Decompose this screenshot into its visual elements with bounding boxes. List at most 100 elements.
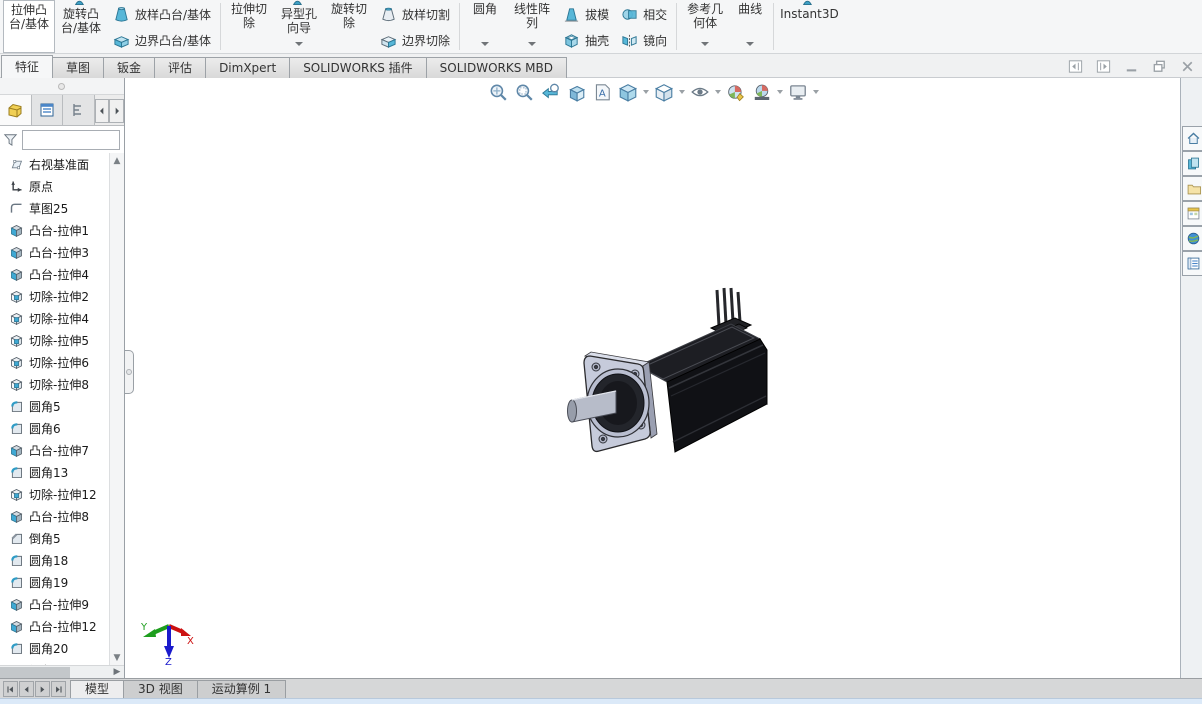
- tree-item-凸台-拉伸4[interactable]: 凸台-拉伸4: [0, 263, 109, 285]
- last-tab-button[interactable]: [51, 681, 66, 697]
- tree-vertical-scrollbar[interactable]: ▲ ▼: [109, 153, 124, 665]
- tree-item-凸台-拉伸12[interactable]: 凸台-拉伸12: [0, 615, 109, 637]
- graphics-area[interactable]: A Y X Z: [125, 78, 1180, 678]
- property-manager-tab[interactable]: [31, 95, 64, 125]
- first-tab-button[interactable]: [3, 681, 18, 697]
- fillet-dropdown-icon[interactable]: [481, 42, 490, 46]
- tree-item-草图25[interactable]: 草图25: [0, 197, 109, 219]
- hide-show-items-button-dropdown[interactable]: [713, 80, 723, 104]
- tree-item-圆角19[interactable]: 圆角19: [0, 571, 109, 593]
- file-explorer-tab[interactable]: [1182, 176, 1202, 201]
- view-palette-tab[interactable]: [1182, 201, 1202, 226]
- apply-scene-button-dropdown[interactable]: [775, 80, 785, 104]
- pane-next-button[interactable]: [1094, 57, 1112, 75]
- stepper-motor-model[interactable]: [563, 276, 775, 472]
- panel-tabs-scroll-left-button[interactable]: [94, 99, 110, 123]
- tree-item-凸台-拉伸8[interactable]: 凸台-拉伸8: [0, 505, 109, 527]
- tree-item-切除-拉伸2[interactable]: 切除-拉伸2: [0, 285, 109, 307]
- scrollbar-thumb[interactable]: [0, 667, 70, 678]
- tree-item-原点[interactable]: 原点: [0, 175, 109, 197]
- panel-tabs-scroll-right-button[interactable]: [109, 99, 124, 123]
- tab-草图[interactable]: 草图: [52, 57, 105, 78]
- design-library-tab[interactable]: [1182, 151, 1202, 176]
- revolved-cut-button[interactable]: 旋转切 除: [324, 0, 374, 53]
- tree-horizontal-scrollbar[interactable]: ▶: [0, 665, 124, 678]
- previous-tab-button[interactable]: [19, 681, 34, 697]
- tree-item-切除-拉伸8[interactable]: 切除-拉伸8: [0, 373, 109, 395]
- tree-item-切除-拉伸4[interactable]: 切除-拉伸4: [0, 307, 109, 329]
- display-style-button-dropdown[interactable]: [677, 80, 687, 104]
- scroll-right-icon[interactable]: ▶: [110, 666, 124, 678]
- hide-show-items-button[interactable]: [687, 80, 713, 104]
- edit-appearance-button[interactable]: [723, 80, 749, 104]
- shell-button[interactable]: 抽壳: [557, 27, 615, 53]
- next-tab-button[interactable]: [35, 681, 50, 697]
- tree-item-切除-拉伸12[interactable]: 切除-拉伸12: [0, 483, 109, 505]
- tree-item-圆角6[interactable]: 圆角6: [0, 417, 109, 439]
- reference-geometry-dropdown-icon[interactable]: [701, 42, 710, 46]
- tree-item-切除-拉伸5[interactable]: 切除-拉伸5: [0, 329, 109, 351]
- tab-SOLIDWORKS 插件[interactable]: SOLIDWORKS 插件: [289, 57, 427, 78]
- boundary-cut-button[interactable]: 边界切除: [374, 27, 456, 53]
- extruded-cut-button[interactable]: 拉伸切 除: [224, 0, 274, 53]
- tree-item-凸台-拉伸1[interactable]: 凸台-拉伸1: [0, 219, 109, 241]
- fillet-button[interactable]: 圆角: [463, 0, 507, 53]
- annotation-views-button[interactable]: A: [589, 80, 615, 104]
- intersect-button[interactable]: 相交: [615, 1, 673, 27]
- linear-pattern-dropdown-icon[interactable]: [528, 42, 537, 46]
- hole-wizard-button[interactable]: 异型孔 向导: [274, 0, 324, 53]
- linear-pattern-button[interactable]: 线性阵 列: [507, 0, 557, 53]
- draft-button[interactable]: 拔模: [557, 1, 615, 27]
- featuremanager-design-tree-tab[interactable]: [0, 95, 32, 125]
- tab-评估[interactable]: 评估: [154, 57, 207, 78]
- reference-geometry-button[interactable]: 参考几 何体: [680, 0, 730, 53]
- tree-item-右视基准面[interactable]: 右视基准面: [0, 153, 109, 175]
- instant3d-button[interactable]: Instant3D: [777, 0, 842, 53]
- restore-button[interactable]: [1150, 57, 1168, 75]
- hole-wizard-dropdown-icon[interactable]: [295, 42, 304, 46]
- boundary-boss-base-button[interactable]: 边界凸台/基体: [107, 27, 217, 53]
- tab-钣金[interactable]: 钣金: [103, 57, 156, 78]
- view-settings-button[interactable]: [785, 80, 811, 104]
- view-orientation-button[interactable]: [615, 80, 641, 104]
- scroll-up-icon[interactable]: ▲: [110, 153, 124, 168]
- previous-view-button[interactable]: [537, 80, 563, 104]
- appearances-scenes-tab[interactable]: [1182, 226, 1202, 251]
- zoom-to-area-button[interactable]: [511, 80, 537, 104]
- panel-collapse-handle[interactable]: [125, 350, 134, 394]
- curves-dropdown-icon[interactable]: [746, 42, 755, 46]
- tree-item-圆角20[interactable]: 圆角20: [0, 637, 109, 659]
- configuration-manager-tab[interactable]: [63, 95, 95, 125]
- pane-previous-button[interactable]: [1066, 57, 1084, 75]
- tree-filter-input[interactable]: [22, 129, 120, 150]
- tree-item-凸台-拉伸9[interactable]: 凸台-拉伸9: [0, 593, 109, 615]
- apply-scene-button[interactable]: [749, 80, 775, 104]
- tab-特征[interactable]: 特征: [1, 55, 54, 78]
- sheet-tab-3D 视图[interactable]: 3D 视图: [123, 680, 198, 698]
- panel-splitter[interactable]: [0, 78, 124, 95]
- revolved-boss-base-button[interactable]: 旋转凸 台/基体: [55, 0, 107, 53]
- solidworks-resources-tab[interactable]: [1182, 126, 1202, 151]
- view-settings-button-dropdown[interactable]: [811, 80, 821, 104]
- view-orientation-button-dropdown[interactable]: [641, 80, 651, 104]
- display-style-button[interactable]: [651, 80, 677, 104]
- close-button[interactable]: [1178, 57, 1196, 75]
- tree-item-凸台-拉伸3[interactable]: 凸台-拉伸3: [0, 241, 109, 263]
- extruded-boss-base-button[interactable]: 拉伸凸 台/基体: [3, 0, 55, 53]
- lofted-boss-base-button[interactable]: 放样凸台/基体: [107, 1, 217, 27]
- custom-properties-tab[interactable]: [1182, 251, 1202, 276]
- tab-SOLIDWORKS MBD[interactable]: SOLIDWORKS MBD: [425, 57, 567, 78]
- scroll-down-icon[interactable]: ▼: [110, 650, 124, 665]
- minimize-button[interactable]: [1122, 57, 1140, 75]
- tree-item-切除-拉伸6[interactable]: 切除-拉伸6: [0, 351, 109, 373]
- tree-item-凸台-拉伸7[interactable]: 凸台-拉伸7: [0, 439, 109, 461]
- tab-DimXpert[interactable]: DimXpert: [205, 57, 291, 78]
- section-view-button[interactable]: [563, 80, 589, 104]
- mirror-button[interactable]: 镜向: [615, 27, 673, 53]
- tree-item-圆角18[interactable]: 圆角18: [0, 549, 109, 571]
- curves-button[interactable]: 曲线: [730, 0, 770, 53]
- sheet-tab-模型[interactable]: 模型: [70, 680, 125, 698]
- tree-item-倒角5[interactable]: 倒角5: [0, 527, 109, 549]
- zoom-to-fit-button[interactable]: [485, 80, 511, 104]
- sheet-tab-运动算例 1[interactable]: 运动算例 1: [196, 680, 287, 698]
